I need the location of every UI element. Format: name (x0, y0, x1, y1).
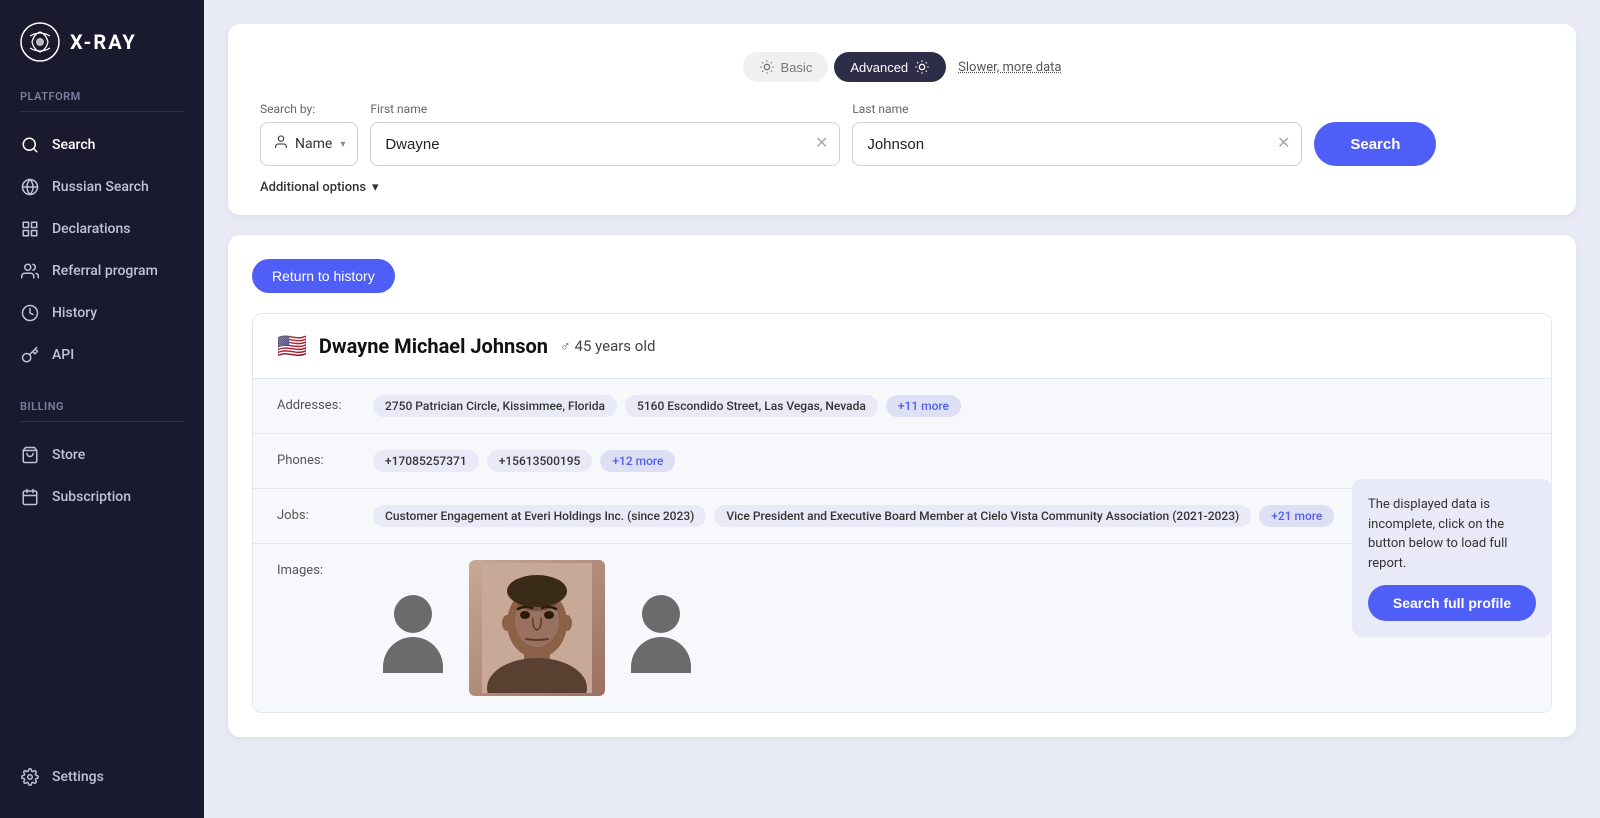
sidebar-russian-search-label: Russian Search (52, 179, 149, 195)
avatar-placeholder-1 (373, 583, 453, 673)
last-name-input[interactable] (852, 122, 1302, 166)
search-full-profile-button[interactable]: Search full profile (1368, 585, 1536, 621)
platform-section-label: Platform (0, 90, 204, 111)
sidebar-item-referral[interactable]: Referral program (0, 250, 204, 292)
job-tag-2: Vice President and Executive Board Membe… (714, 505, 1251, 527)
sidebar: X-RAY Platform Search Russian Search Dec… (0, 0, 204, 818)
address-tag-1: 2750 Patrician Circle, Kissimmee, Florid… (373, 395, 617, 417)
addresses-tags: 2750 Patrician Circle, Kissimmee, Florid… (373, 395, 961, 417)
avatar-head-1 (394, 595, 432, 633)
search-row: Search by: Name ▾ First name ✕ Last name (260, 102, 1544, 166)
phone-tag-1: +17085257371 (373, 450, 479, 472)
avatar-body-2 (631, 637, 691, 673)
logo-text: X-RAY (70, 30, 137, 54)
jobs-tags: Customer Engagement at Everi Holdings In… (373, 505, 1334, 527)
last-name-group: Last name ✕ (852, 102, 1302, 166)
chevron-down-icon: ▾ (372, 180, 379, 195)
chevron-down-icon: ▾ (340, 139, 345, 150)
images-label: Images: (277, 560, 357, 578)
phone-more-tag[interactable]: +12 more (600, 450, 675, 472)
search-by-value: Name (295, 136, 332, 152)
jobs-label: Jobs: (277, 505, 357, 523)
images-wrap (373, 560, 701, 696)
sidebar-referral-label: Referral program (52, 263, 158, 279)
grid-icon (20, 219, 40, 239)
sidebar-item-history[interactable]: History (0, 292, 204, 334)
search-by-select[interactable]: Name ▾ (260, 122, 358, 166)
settings-icon (20, 767, 40, 787)
result-area: Return to history 🇺🇸 Dwayne Michael John… (228, 235, 1576, 737)
sidebar-store-label: Store (52, 447, 85, 463)
key-icon (20, 345, 40, 365)
sidebar-item-api[interactable]: API (0, 334, 204, 376)
clear-last-name-button[interactable]: ✕ (1275, 134, 1292, 154)
additional-options-label: Additional options (260, 180, 366, 195)
basic-mode-button[interactable]: Basic (743, 52, 829, 82)
sidebar-declarations-label: Declarations (52, 221, 130, 237)
first-name-input[interactable] (370, 122, 840, 166)
country-flag: 🇺🇸 (277, 332, 307, 360)
job-more-tag[interactable]: +21 more (1259, 505, 1334, 527)
users-icon (20, 261, 40, 281)
avatar-head-2 (642, 595, 680, 633)
sidebar-item-search[interactable]: Search (0, 124, 204, 166)
main-content: Basic Advanced Slower, more data Search … (204, 0, 1600, 818)
address-more-tag[interactable]: +11 more (886, 395, 961, 417)
search-card: Basic Advanced Slower, more data Search … (228, 24, 1576, 215)
last-name-wrap: ✕ (852, 122, 1302, 166)
advanced-mode-button[interactable]: Advanced (834, 52, 946, 82)
first-name-wrap: ✕ (370, 122, 840, 166)
sidebar-settings-label: Settings (52, 769, 104, 785)
logo: X-RAY (0, 0, 204, 90)
phone-tag-2: +15613500195 (487, 450, 593, 472)
last-name-label: Last name (852, 102, 1302, 116)
first-name-group: First name ✕ (370, 102, 840, 166)
person-photo-svg (482, 563, 592, 693)
address-tag-2: 5160 Escondido Street, Las Vegas, Nevada (625, 395, 878, 417)
sidebar-subscription-label: Subscription (52, 489, 131, 505)
billing-section-label: Billing (0, 400, 204, 421)
return-to-history-button[interactable]: Return to history (252, 259, 395, 293)
job-tag-1: Customer Engagement at Everi Holdings In… (373, 505, 706, 527)
addresses-row: Addresses: 2750 Patrician Circle, Kissim… (253, 379, 1551, 434)
avatar-placeholder-2 (621, 583, 701, 673)
mode-note: Slower, more data (958, 60, 1061, 75)
clear-first-name-button[interactable]: ✕ (813, 134, 830, 154)
profile-header: 🇺🇸 Dwayne Michael Johnson ♂ 45 years old (253, 314, 1551, 379)
avatar-body-1 (383, 637, 443, 673)
sidebar-item-store[interactable]: Store (0, 434, 204, 476)
side-tooltip: The displayed data is incomplete, click … (1352, 479, 1552, 637)
first-name-label: First name (370, 102, 840, 116)
search-button[interactable]: Search (1314, 122, 1436, 166)
mode-toggle: Basic Advanced Slower, more data (260, 52, 1544, 82)
search-by-group: Search by: Name ▾ (260, 102, 358, 166)
sidebar-history-label: History (52, 305, 97, 321)
phones-tags: +17085257371 +15613500195 +12 more (373, 450, 675, 472)
billing-divider (20, 421, 184, 422)
addresses-label: Addresses: (277, 395, 357, 413)
search-icon (20, 135, 40, 155)
platform-divider (20, 111, 184, 112)
globe-icon (20, 177, 40, 197)
sidebar-item-subscription[interactable]: Subscription (0, 476, 204, 518)
person-photo (469, 560, 605, 696)
bag-icon (20, 445, 40, 465)
age-text: 45 years old (575, 337, 656, 355)
clock-icon (20, 303, 40, 323)
additional-options-button[interactable]: Additional options ▾ (260, 180, 1544, 195)
sidebar-item-settings[interactable]: Settings (0, 756, 204, 798)
gender-age: ♂ 45 years old (560, 337, 655, 355)
sidebar-api-label: API (52, 347, 74, 363)
phones-label: Phones: (277, 450, 357, 468)
tooltip-text: The displayed data is incomplete, click … (1368, 497, 1507, 571)
search-by-label: Search by: (260, 102, 358, 116)
logo-icon (20, 22, 60, 62)
person-icon (273, 134, 289, 154)
profile-name: Dwayne Michael Johnson (319, 334, 548, 358)
calendar-icon (20, 487, 40, 507)
sidebar-item-russian-search[interactable]: Russian Search (0, 166, 204, 208)
sidebar-search-label: Search (52, 137, 95, 153)
gender-icon: ♂ (560, 338, 571, 355)
sidebar-item-declarations[interactable]: Declarations (0, 208, 204, 250)
